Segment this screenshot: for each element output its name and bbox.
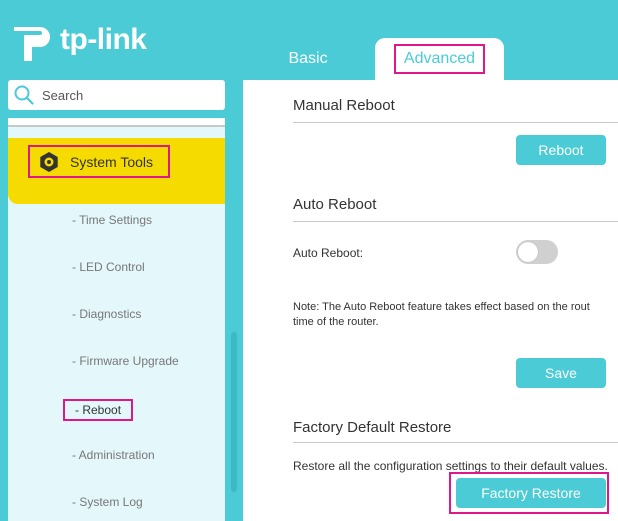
sidebar-item-system-tools[interactable]: System Tools [8,138,225,204]
divider [293,122,618,123]
search-input[interactable] [40,86,214,104]
auto-reboot-label: Auto Reboot: [293,246,364,260]
sidebar-item-administration[interactable]: - Administration [72,448,155,462]
tp-link-logo: tp-link [8,14,147,66]
sidebar-top-edge [8,118,225,127]
tab-basic-label: Basic [288,50,328,67]
sidebar-scrollbar[interactable] [231,332,237,492]
gear-icon [40,151,58,172]
search-icon [14,85,34,105]
auto-reboot-toggle[interactable] [516,240,558,264]
note-line-1: Note: The Auto Reboot feature takes effe… [293,301,590,313]
system-tools-label: System Tools [70,153,153,170]
auto-reboot-title: Auto Reboot [293,196,377,213]
search-box[interactable] [8,80,225,110]
tab-advanced-label: Advanced [393,44,486,74]
reboot-button[interactable]: Reboot [516,135,606,165]
manual-reboot-title: Manual Reboot [293,97,395,114]
sidebar-item-reboot[interactable]: - Reboot [63,399,133,421]
factory-restore-description: Restore all the configuration settings t… [293,459,608,473]
factory-restore-title: Factory Default Restore [293,419,452,436]
sidebar-item-firmware-upgrade[interactable]: - Firmware Upgrade [72,354,179,368]
factory-restore-button[interactable]: Factory Restore [456,478,606,508]
tab-advanced[interactable]: Advanced [375,38,504,80]
logo-icon [14,27,50,61]
note-line-2: time of the router. [293,316,379,328]
tab-basic[interactable]: Basic [268,38,348,80]
logo-text: tp-link [60,23,147,56]
save-button[interactable]: Save [516,358,606,388]
system-tools-highlight: System Tools [28,145,170,178]
sidebar-item-reboot-label: - Reboot [75,403,122,417]
main-panel: Manual Reboot Reboot Auto Reboot Auto Re… [243,80,618,521]
sidebar-item-led-control[interactable]: - LED Control [72,260,145,274]
sidebar-item-time-settings[interactable]: - Time Settings [72,213,152,227]
sidebar-item-system-log[interactable]: - System Log [72,495,143,509]
auto-reboot-note: Note: The Auto Reboot feature takes effe… [293,300,590,330]
sidebar-item-diagnostics[interactable]: - Diagnostics [72,307,141,321]
toggle-knob [518,242,538,262]
divider [293,221,618,222]
sidebar: System Tools - Time Settings - LED Contr… [8,118,225,521]
divider [293,442,618,443]
